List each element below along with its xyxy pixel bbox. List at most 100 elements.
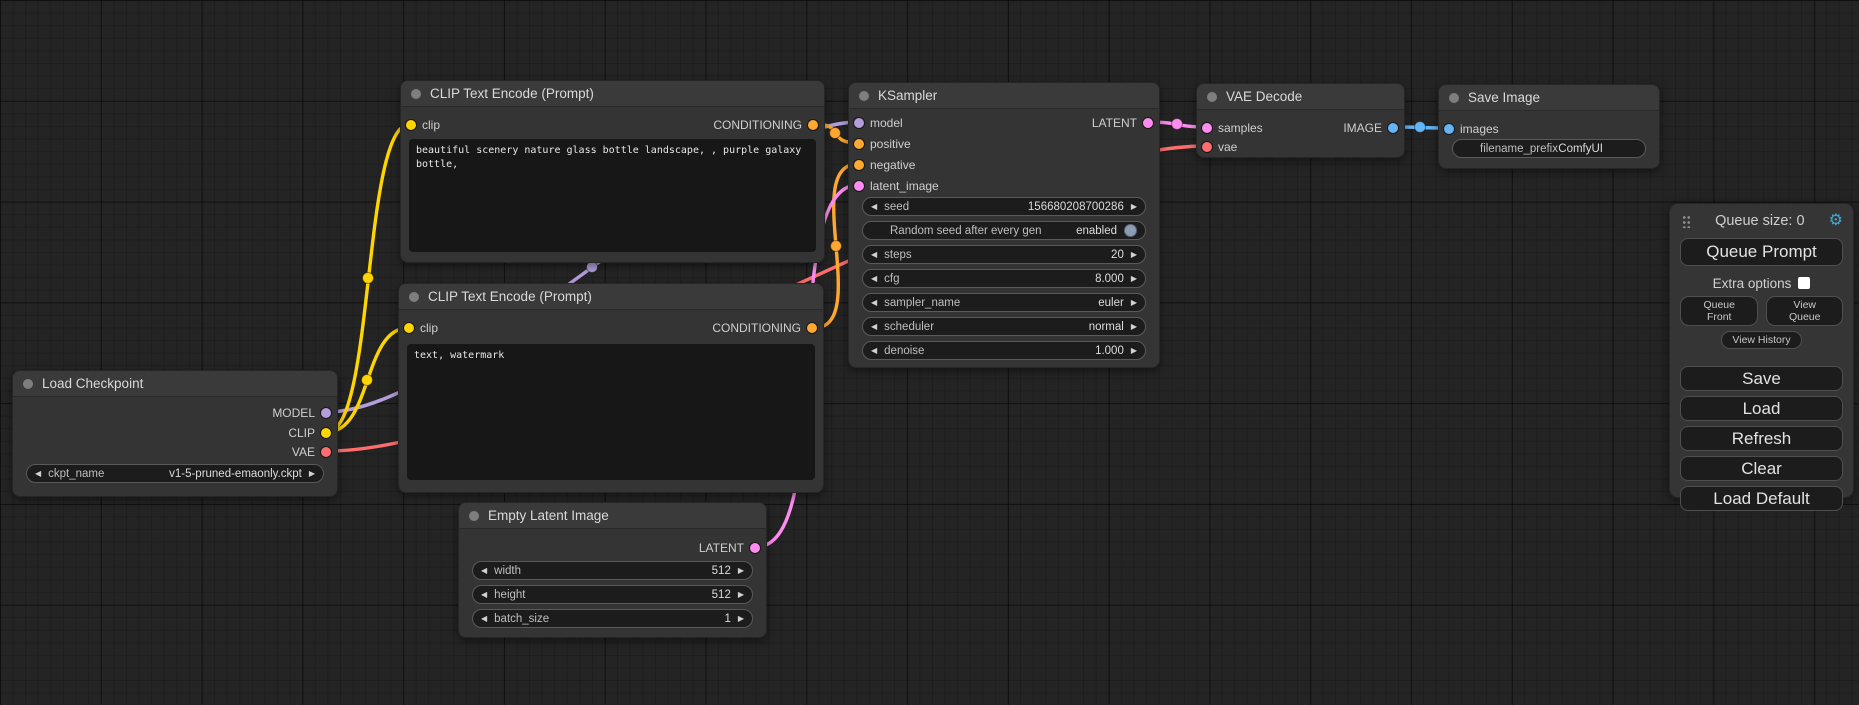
node-title-bar[interactable]: KSampler (849, 83, 1159, 109)
queue-front-button[interactable]: Queue Front (1680, 296, 1758, 326)
cfg-widget[interactable]: ◀ cfg 8.000 ▶ (862, 269, 1146, 288)
stepper-left-icon[interactable]: ◀ (871, 275, 877, 283)
node-ksampler[interactable]: KSampler model LATENT positive negative … (848, 82, 1160, 368)
node-load-checkpoint[interactable]: Load Checkpoint MODEL CLIP VAE ◀ ckpt_na… (12, 370, 338, 497)
node-title-label: Empty Latent Image (488, 508, 609, 523)
load-button[interactable]: Load (1680, 396, 1843, 421)
prompt-textarea[interactable]: beautiful scenery nature glass bottle la… (409, 139, 816, 252)
link-midpoint-dot[interactable] (1415, 122, 1426, 133)
batch-size-widget[interactable]: ◀ batch_size 1 ▶ (472, 609, 753, 628)
latent-output-port[interactable] (750, 543, 760, 553)
node-title-bar[interactable]: CLIP Text Encode (Prompt) (401, 81, 824, 107)
random-seed-toggle-widget[interactable]: Random seed after every gen enabled (862, 221, 1146, 240)
node-clip-text-encode-positive[interactable]: CLIP Text Encode (Prompt) clip CONDITION… (400, 80, 825, 263)
queue-size-label: Queue size: 0 (1691, 213, 1829, 229)
latent-output-port[interactable] (1143, 118, 1153, 128)
widget-value: 1 (724, 613, 730, 625)
node-empty-latent-image[interactable]: Empty Latent Image LATENT ◀ width 512 ▶ … (458, 502, 767, 638)
samples-input-port[interactable] (1202, 123, 1212, 133)
node-save-image[interactable]: Save Image images filename_prefix ComfyU… (1438, 84, 1660, 169)
stepper-left-icon[interactable]: ◀ (871, 251, 877, 259)
node-collapse-dot[interactable] (409, 292, 419, 302)
refresh-button[interactable]: Refresh (1680, 426, 1843, 451)
node-title-bar[interactable]: Empty Latent Image (459, 503, 766, 529)
widget-label: Random seed after every gen (890, 225, 1042, 237)
link-midpoint-dot[interactable] (363, 273, 374, 284)
node-collapse-dot[interactable] (23, 379, 33, 389)
stepper-left-icon[interactable]: ◀ (871, 299, 877, 307)
stepper-left-icon[interactable]: ◀ (871, 323, 877, 331)
stepper-right-icon[interactable]: ▶ (738, 615, 744, 623)
link-midpoint-dot[interactable] (362, 375, 373, 386)
clear-button[interactable]: Clear (1680, 456, 1843, 481)
link-midpoint-dot[interactable] (830, 128, 841, 139)
stepper-left-icon[interactable]: ◀ (871, 203, 877, 211)
link-midpoint-dot[interactable] (587, 262, 598, 273)
model-input-port[interactable] (854, 118, 864, 128)
ckpt-name-widget[interactable]: ◀ ckpt_name v1-5-pruned-emaonly.ckpt ▶ (26, 464, 324, 483)
node-collapse-dot[interactable] (1449, 93, 1459, 103)
node-collapse-dot[interactable] (469, 511, 479, 521)
conditioning-output-port[interactable] (808, 120, 818, 130)
stepper-right-icon[interactable]: ▶ (309, 470, 315, 478)
toggle-on-dot[interactable] (1124, 224, 1137, 237)
filename-prefix-widget[interactable]: filename_prefix ComfyUI (1452, 139, 1646, 158)
stepper-right-icon[interactable]: ▶ (1131, 323, 1137, 331)
seed-widget[interactable]: ◀ seed 156680208700286 ▶ (862, 197, 1146, 216)
node-clip-text-encode-negative[interactable]: CLIP Text Encode (Prompt) clip CONDITION… (398, 283, 824, 493)
stepper-right-icon[interactable]: ▶ (1131, 275, 1137, 283)
load-default-button[interactable]: Load Default (1680, 486, 1843, 511)
node-collapse-dot[interactable] (1207, 92, 1217, 102)
node-collapse-dot[interactable] (859, 91, 869, 101)
gear-icon[interactable]: ⚙ (1829, 213, 1843, 229)
extra-options-checkbox[interactable] (1798, 277, 1810, 289)
steps-widget[interactable]: ◀ steps 20 ▶ (862, 245, 1146, 264)
denoise-widget[interactable]: ◀ denoise 1.000 ▶ (862, 341, 1146, 360)
view-queue-button[interactable]: View Queue (1766, 296, 1843, 326)
scheduler-widget[interactable]: ◀ scheduler normal ▶ (862, 317, 1146, 336)
stepper-right-icon[interactable]: ▶ (1131, 347, 1137, 355)
stepper-right-icon[interactable]: ▶ (738, 567, 744, 575)
stepper-right-icon[interactable]: ▶ (1131, 203, 1137, 211)
sampler-name-widget[interactable]: ◀ sampler_name euler ▶ (862, 293, 1146, 312)
queue-prompt-button[interactable]: Queue Prompt (1680, 238, 1843, 266)
stepper-right-icon[interactable]: ▶ (1131, 299, 1137, 307)
image-output-port[interactable] (1388, 123, 1398, 133)
node-graph-canvas[interactable]: Load Checkpoint MODEL CLIP VAE ◀ ckpt_na… (0, 0, 1859, 705)
save-button[interactable]: Save (1680, 366, 1843, 391)
stepper-left-icon[interactable]: ◀ (481, 591, 487, 599)
clip-input-port[interactable] (406, 120, 416, 130)
negative-input-port[interactable] (854, 160, 864, 170)
widget-label: cfg (884, 273, 899, 285)
stepper-left-icon[interactable]: ◀ (481, 567, 487, 575)
clip-output-port[interactable] (321, 428, 331, 438)
node-title-bar[interactable]: Save Image (1439, 85, 1659, 111)
positive-input-port[interactable] (854, 139, 864, 149)
latent-image-input-port[interactable] (854, 181, 864, 191)
stepper-right-icon[interactable]: ▶ (1131, 251, 1137, 259)
images-input-port[interactable] (1444, 124, 1454, 134)
link-midpoint-dot[interactable] (831, 241, 842, 252)
stepper-left-icon[interactable]: ◀ (35, 470, 41, 478)
node-vae-decode[interactable]: VAE Decode samples IMAGE vae (1196, 83, 1405, 158)
width-widget[interactable]: ◀ width 512 ▶ (472, 561, 753, 580)
node-title-bar[interactable]: CLIP Text Encode (Prompt) (399, 284, 823, 310)
link-midpoint-dot[interactable] (1172, 119, 1183, 130)
stepper-right-icon[interactable]: ▶ (738, 591, 744, 599)
prompt-textarea[interactable]: text, watermark (407, 344, 815, 480)
node-title-bar[interactable]: Load Checkpoint (13, 371, 337, 397)
conditioning-output-port[interactable] (807, 323, 817, 333)
vae-output-port[interactable] (321, 447, 331, 457)
stepper-left-icon[interactable]: ◀ (871, 347, 877, 355)
node-collapse-dot[interactable] (411, 89, 421, 99)
model-output-port[interactable] (321, 408, 331, 418)
vae-input-port[interactable] (1202, 142, 1212, 152)
stepper-left-icon[interactable]: ◀ (481, 615, 487, 623)
drag-handle-icon[interactable] (1682, 215, 1691, 228)
height-widget[interactable]: ◀ height 512 ▶ (472, 585, 753, 604)
node-title-bar[interactable]: VAE Decode (1197, 84, 1404, 110)
output-slot-label: VAE (292, 445, 315, 459)
view-history-button[interactable]: View History (1721, 331, 1801, 349)
widget-label: height (494, 589, 525, 601)
clip-input-port[interactable] (404, 323, 414, 333)
